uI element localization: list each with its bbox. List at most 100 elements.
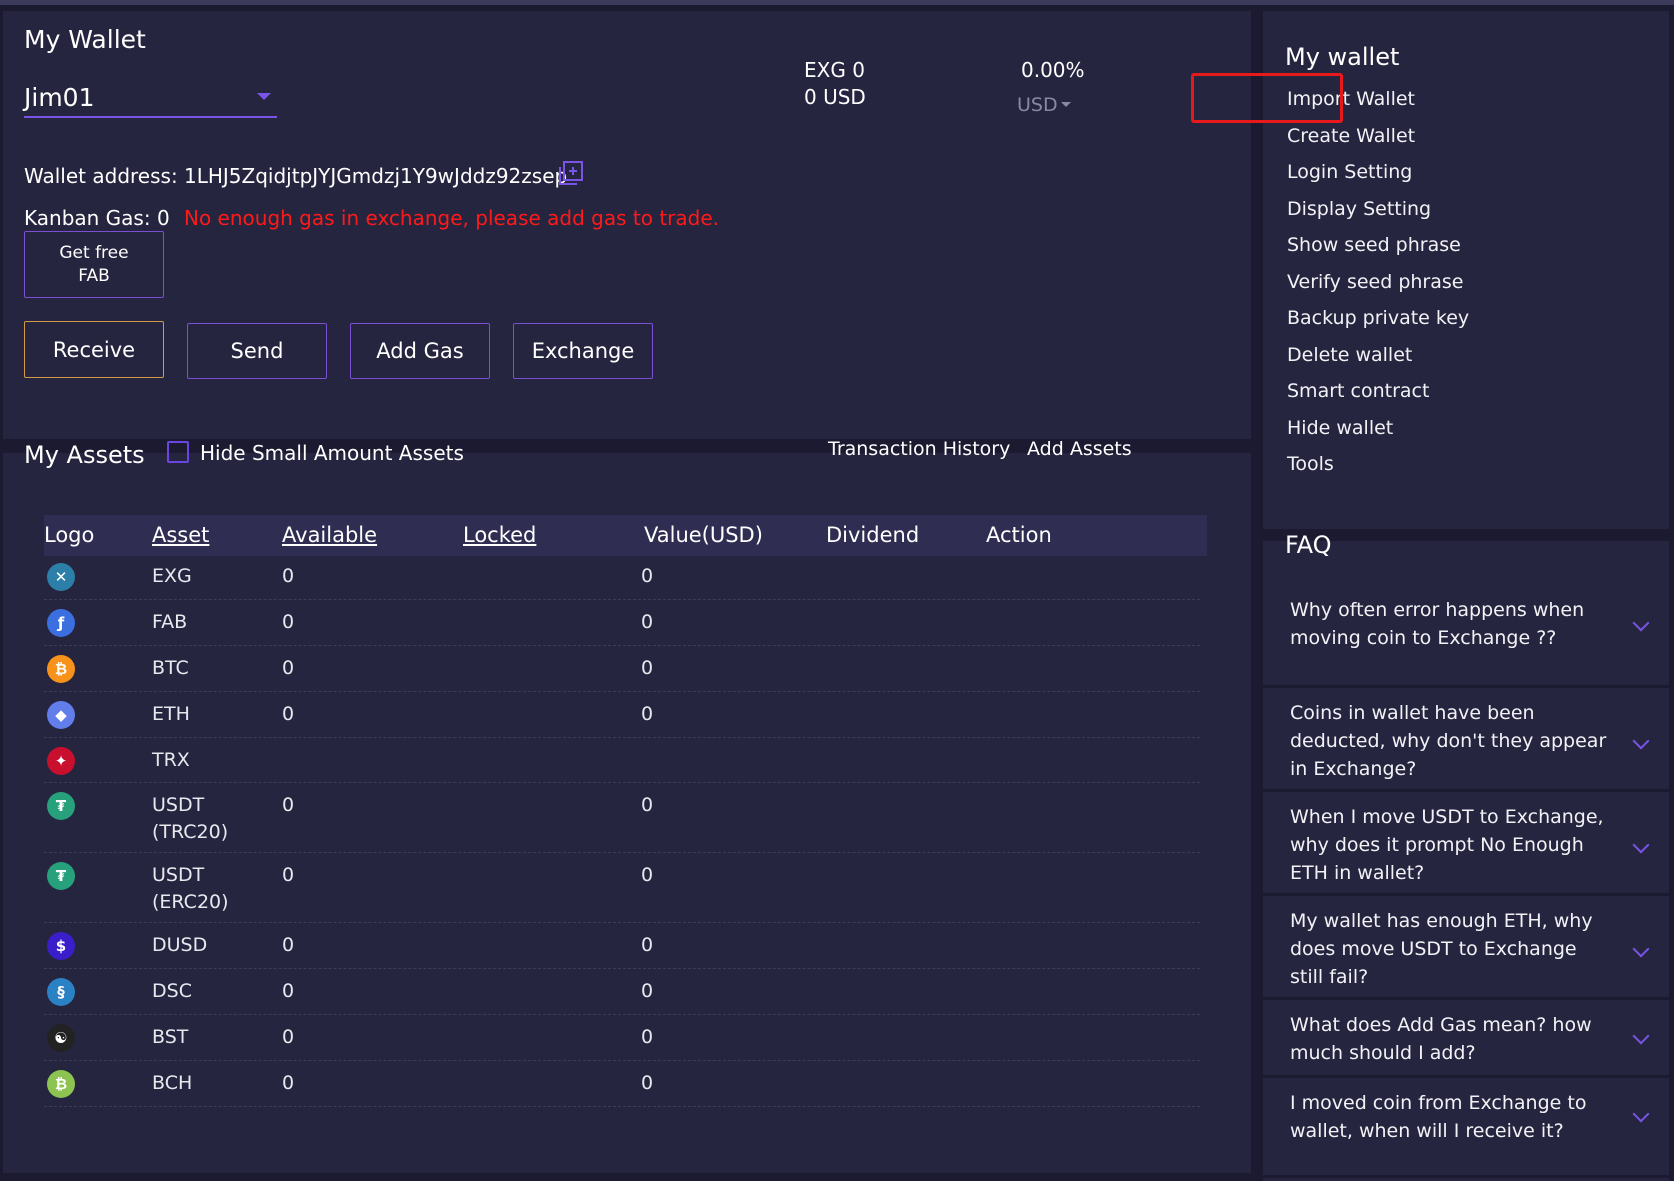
asset-name: BCH [152,1072,193,1094]
receive-button[interactable]: Receive [24,321,164,378]
column-asset[interactable]: Asset [152,523,209,547]
available-value: 0 [282,1026,295,1048]
wallet-select-underline [24,116,277,118]
column-logo: Logo [44,523,95,547]
eth-icon: ◆ [47,701,75,729]
send-button[interactable]: Send [187,323,327,379]
trx-icon: ✦ [47,747,75,775]
faq-question: Coins in wallet have been deducted, why … [1290,702,1607,780]
wallet-panel: My Wallet Jim01 EXG 0 0 USD 0.00% USD Wa… [3,11,1251,439]
chevron-down-icon[interactable] [1632,1105,1650,1123]
faq-item[interactable]: I moved coin from Exchange to wallet, wh… [1263,1078,1669,1178]
chevron-down-icon[interactable] [1632,940,1650,958]
table-row: ✕ EXG 0 0 [44,554,1200,600]
dsc-icon: § [47,978,75,1006]
faq-question: What does Add Gas mean? how much should … [1290,1014,1592,1064]
usd-value: 0 [641,565,654,587]
faq-item[interactable]: My wallet has enough ETH, why does move … [1263,896,1669,1000]
sidebar-item-show-seed-phrase[interactable]: Show seed phrase [1287,234,1461,256]
add-gas-button[interactable]: Add Gas [350,323,490,379]
chevron-down-icon[interactable] [1632,614,1650,632]
table-row: ☯ BST 0 0 [44,1015,1200,1061]
available-value: 0 [282,565,295,587]
copy-icon[interactable] [557,160,585,188]
table-row: ƒ FAB 0 0 [44,600,1200,646]
usd-value: 0 [641,980,654,1002]
faq-item[interactable]: Coins in wallet have been deducted, why … [1263,688,1669,792]
column-locked[interactable]: Locked [463,523,536,547]
sidebar-item-create-wallet[interactable]: Create Wallet [1287,125,1415,147]
percent-change: 0.00% [1021,58,1085,82]
column-dividend: Dividend [826,523,920,547]
faq-item[interactable]: Why often error happens when moving coin… [1263,581,1669,688]
assets-table: Logo Asset Available Locked Value(USD) D… [0,453,1251,1167]
faq-question: I moved coin from Exchange to wallet, wh… [1290,1092,1587,1142]
usdt-icon: ₮ [47,792,75,820]
sidebar-item-tools[interactable]: Tools [1287,453,1334,475]
faq-question: My wallet has enough ETH, why does move … [1290,910,1593,988]
chevron-down-icon[interactable] [1632,732,1650,750]
column-value: Value(USD) [644,523,763,547]
gas-warning: No enough gas in exchange, please add ga… [184,206,719,230]
wallet-select-value[interactable]: Jim01 [24,83,94,112]
sidebar-item-smart-contract[interactable]: Smart contract [1287,380,1429,402]
table-header: Logo Asset Available Locked Value(USD) D… [44,515,1207,556]
asset-name: USDT [152,794,205,816]
get-free-fab-line2: FAB [78,265,110,286]
asset-name: TRX [152,749,190,771]
sidebar-item-verify-seed-phrase[interactable]: Verify seed phrase [1287,271,1463,293]
faq-item[interactable]: What does Add Gas mean? how much should … [1263,1000,1669,1078]
exg-balance: EXG 0 [804,58,865,82]
sidebar-item-display-setting[interactable]: Display Setting [1287,198,1431,220]
faq-item[interactable]: When I move USDT to Exchange, why does i… [1263,792,1669,896]
sidebar-item-delete-wallet[interactable]: Delete wallet [1287,344,1412,366]
fab-icon: ƒ [47,609,75,637]
usd-value: 0 [641,611,654,633]
exg-icon: ✕ [47,563,75,591]
asset-name: ETH [152,703,190,725]
wallet-address: 1LHJ5ZqidjtpJYJGmdzj1Y9wJddz92zsep [184,164,568,188]
kanban-gas-label: Kanban Gas: 0 [24,206,170,230]
usd-balance: 0 USD [804,85,866,109]
currency-select[interactable]: USD [1017,94,1058,116]
usd-value: 0 [641,794,654,816]
asset-name: FAB [152,611,188,633]
available-value: 0 [282,703,295,725]
usd-value: 0 [641,703,654,725]
table-row: ✦ TRX [44,738,1200,783]
btc-icon: ₿ [47,655,75,683]
asset-name: EXG [152,565,192,587]
get-free-fab-line1: Get free [59,242,129,263]
bch-icon: ₿ [47,1070,75,1098]
chevron-down-icon[interactable] [1061,102,1071,107]
chevron-down-icon[interactable] [1632,836,1650,854]
table-row: ◆ ETH 0 0 [44,692,1200,738]
usd-value: 0 [641,657,654,679]
available-value: 0 [282,1072,295,1094]
available-value: 0 [282,980,295,1002]
sidebar-item-backup-private-key[interactable]: Backup private key [1287,307,1469,329]
table-row: ₿ BTC 0 0 [44,646,1200,692]
asset-name: USDT [152,864,205,886]
faq-question: When I move USDT to Exchange, why does i… [1290,806,1604,884]
table-row: ₿ BCH 0 0 [44,1061,1200,1107]
usd-value: 0 [641,864,654,886]
asset-name-sub: (ERC20) [152,891,229,913]
get-free-fab-button[interactable]: Get free FAB [24,231,164,298]
sidebar-item-login-setting[interactable]: Login Setting [1287,161,1412,183]
exchange-button[interactable]: Exchange [513,323,653,379]
asset-name-sub: (TRC20) [152,821,229,843]
available-value: 0 [282,864,295,886]
chevron-down-icon[interactable] [1632,1027,1650,1045]
table-row: $ DUSD 0 0 [44,923,1200,969]
bst-icon: ☯ [47,1024,75,1052]
faq-panel: FAQ Why often error happens when moving … [1263,531,1669,1181]
wallet-title: My Wallet [24,25,146,54]
chevron-down-icon[interactable] [257,93,271,100]
usdt-icon: ₮ [47,862,75,890]
column-available[interactable]: Available [282,523,377,547]
asset-name: BST [152,1026,189,1048]
sidebar-item-hide-wallet[interactable]: Hide wallet [1287,417,1393,439]
address-label: Wallet address: [24,164,178,188]
usd-value: 0 [641,1072,654,1094]
